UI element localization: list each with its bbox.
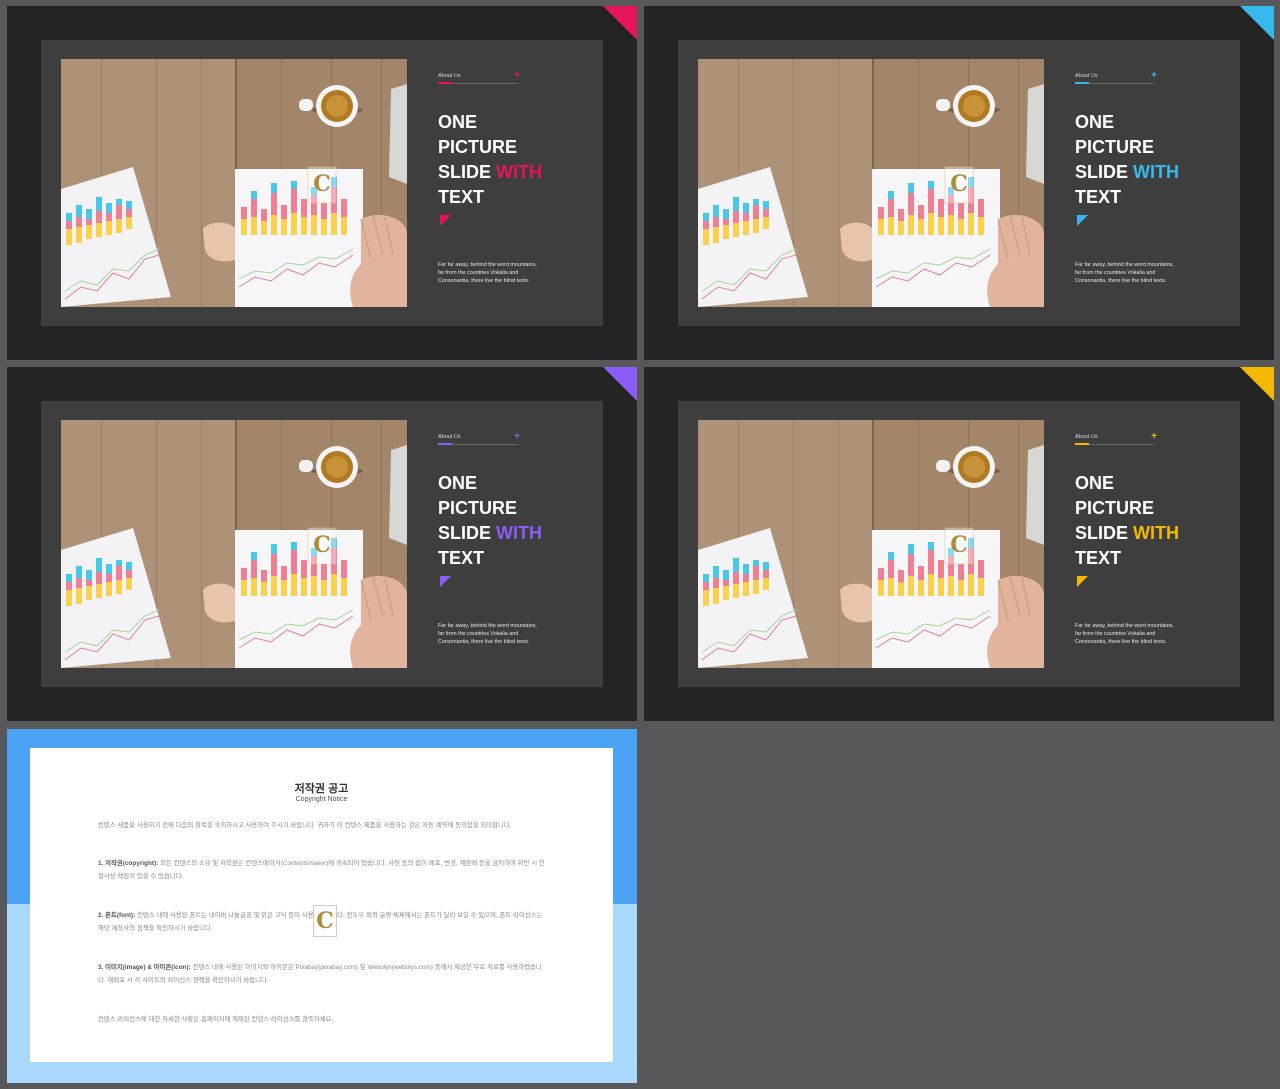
body-text: Far far away, behind the word mountains,… — [438, 623, 537, 645]
about-us-label: About Us + — [438, 70, 520, 84]
plus-icon: + — [514, 70, 520, 81]
copyright-notice-slide[interactable]: 저작권 공고 Copyright Notice 컨텐스 세품을 사용하기 전에 … — [7, 729, 637, 1083]
body-text: Far far away, behind the word mountains,… — [1075, 623, 1174, 645]
title-accent-word: WITH — [496, 162, 543, 182]
notice-section-copyright: 1. 저작권(copyright): 모든 컨텐스의 소유 및 저작권은 컨텐스… — [98, 858, 548, 883]
contents-logo-icon: C — [313, 905, 337, 937]
corner-accent — [1240, 367, 1274, 401]
desk-photo — [698, 59, 1044, 307]
section-heading: 1. 저작권(copyright): — [98, 860, 159, 867]
slide-blue[interactable]: About Us + ONE PICTURE SLIDE WITH TEXT F… — [644, 6, 1274, 360]
about-us-text: About Us — [438, 73, 461, 79]
slide-panel: About Us + ONE PICTURE SLIDE WITH TEXT F… — [678, 40, 1240, 326]
title-line: TEXT — [438, 548, 485, 568]
title-word: SLIDE — [438, 523, 492, 543]
corner-accent — [603, 367, 637, 401]
about-us-label: About Us + — [1075, 431, 1157, 445]
divider-accent — [438, 443, 452, 445]
slide-title: ONE PICTURE SLIDE WITH TEXT — [1075, 110, 1235, 210]
corner-accent — [603, 6, 637, 40]
title-line: PICTURE — [438, 498, 518, 518]
notice-subtitle: Copyright Notice — [295, 796, 348, 803]
title-line: TEXT — [1075, 548, 1122, 568]
title-line: SLIDE WITH — [1075, 521, 1235, 546]
section-heading: 2. 폰트(font): — [98, 912, 136, 919]
plus-icon: + — [514, 431, 520, 442]
slide-yellow[interactable]: About Us + ONE PICTURE SLIDE WITH TEXT F… — [644, 367, 1274, 721]
body-text: Far far away, behind the word mountains,… — [438, 262, 537, 284]
notice-card: 저작권 공고 Copyright Notice 컨텐스 세품을 사용하기 전에 … — [30, 748, 613, 1062]
about-us-label: About Us + — [1075, 70, 1157, 84]
slide-title: ONE PICTURE SLIDE WITH TEXT — [1075, 471, 1235, 571]
title-word: SLIDE — [1075, 162, 1129, 182]
slide-purple[interactable]: About Us + ONE PICTURE SLIDE WITH TEXT F… — [7, 367, 637, 721]
notice-title: 저작권 공고 — [294, 783, 349, 795]
notice-intro: 컨텐스 세품을 사용하기 전에 다음의 항목을 숙지하시고 사용하여 주시기 바… — [98, 822, 512, 829]
title-line: SLIDE WITH — [438, 521, 598, 546]
divider-accent — [1075, 82, 1089, 84]
divider-accent — [438, 82, 452, 84]
notice-outro: 컨텐스 라이선스에 대한 자세한 사항은 홈페이지에 게재된 컨텐스 라이선스를… — [98, 1016, 334, 1023]
desk-photo — [61, 59, 407, 307]
plus-icon: + — [1151, 70, 1157, 81]
title-line: ONE — [1075, 473, 1115, 493]
slide-title: ONE PICTURE SLIDE WITH TEXT — [438, 110, 598, 210]
desk-photo — [698, 420, 1044, 668]
title-line: TEXT — [1075, 187, 1122, 207]
triangle-icon — [440, 576, 451, 587]
title-line: PICTURE — [438, 137, 518, 157]
title-line: SLIDE WITH — [438, 160, 598, 185]
title-line: ONE — [1075, 112, 1115, 132]
title-line: PICTURE — [1075, 137, 1155, 157]
about-us-text: About Us — [438, 434, 461, 440]
about-us-label: About Us + — [438, 431, 520, 445]
title-accent-word: WITH — [1133, 523, 1180, 543]
title-line: TEXT — [438, 187, 485, 207]
about-us-text: About Us — [1075, 434, 1098, 440]
title-line: ONE — [438, 112, 478, 132]
triangle-icon — [1077, 215, 1088, 226]
section-text: 모든 컨텐스의 소유 및 저작권은 컨텐스메이커(Contentsmaker)에… — [98, 860, 545, 880]
about-us-text: About Us — [1075, 73, 1098, 79]
title-accent-word: WITH — [1133, 162, 1180, 182]
triangle-icon — [1077, 576, 1088, 587]
title-line: SLIDE WITH — [1075, 160, 1235, 185]
divider-accent — [1075, 443, 1089, 445]
slide-panel: About Us + ONE PICTURE SLIDE WITH TEXT F… — [678, 401, 1240, 687]
title-line: ONE — [438, 473, 478, 493]
slide-title: ONE PICTURE SLIDE WITH TEXT — [438, 471, 598, 571]
title-word: SLIDE — [438, 162, 492, 182]
plus-icon: + — [1151, 431, 1157, 442]
notice-section-image: 3. 이미지(image) & 아이콘(icon): 컨텐스 내에 사용된 이미… — [98, 962, 548, 987]
slide-panel: About Us + ONE PICTURE SLIDE WITH TEXT F… — [41, 401, 603, 687]
title-word: SLIDE — [1075, 523, 1129, 543]
slide-pink[interactable]: About Us + ONE PICTURE SLIDE WITH TEXT F… — [7, 6, 637, 360]
section-heading: 3. 이미지(image) & 아이콘(icon): — [98, 964, 191, 971]
title-line: PICTURE — [1075, 498, 1155, 518]
corner-accent — [1240, 6, 1274, 40]
triangle-icon — [440, 215, 451, 226]
body-text: Far far away, behind the word mountains,… — [1075, 262, 1174, 284]
title-accent-word: WITH — [496, 523, 543, 543]
desk-photo — [61, 420, 407, 668]
slide-panel: About Us + ONE PICTURE SLIDE WITH TEXT F… — [41, 40, 603, 326]
